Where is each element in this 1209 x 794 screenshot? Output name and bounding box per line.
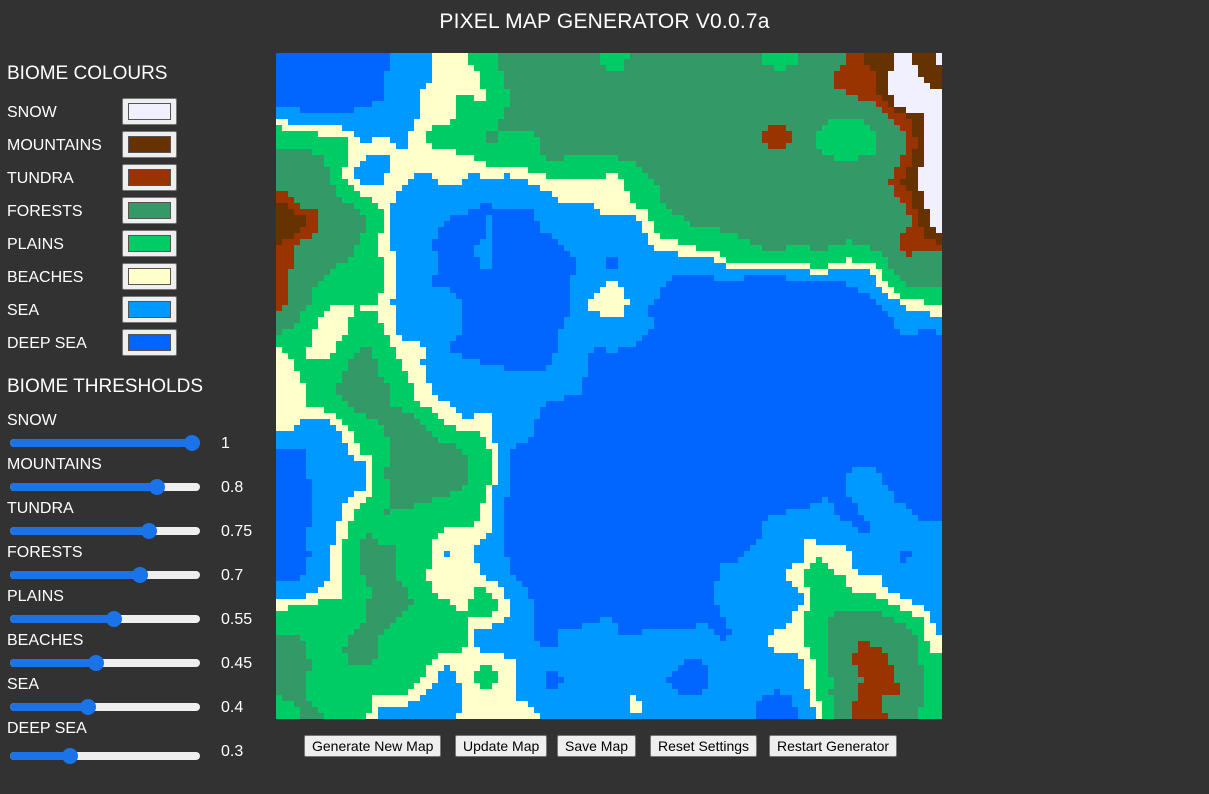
colour-picker-deep-sea[interactable] [122, 329, 177, 356]
colour-label-mountains: MOUNTAINS [7, 137, 102, 154]
threshold-slider-sea[interactable] [10, 699, 200, 715]
threshold-label-plains: PLAINS [7, 588, 64, 605]
threshold-label-deep-sea: DEEP SEA [7, 720, 87, 737]
restart-generator-button[interactable]: Restart Generator [769, 735, 898, 757]
slider-thumb[interactable] [62, 748, 79, 764]
slider-thumb[interactable] [79, 699, 96, 715]
colour-swatch-snow [128, 103, 171, 120]
save-map-button[interactable]: Save Map [557, 735, 637, 757]
colour-swatch-plains [128, 235, 171, 252]
threshold-label-beaches: BEACHES [7, 632, 84, 649]
generated-pixel-map [276, 53, 942, 719]
slider-thumb[interactable] [140, 523, 157, 539]
colour-label-sea: SEA [7, 302, 40, 319]
threshold-slider-beaches[interactable] [10, 655, 200, 671]
threshold-row-mountains: MOUNTAINS 0.8 [7, 456, 267, 500]
threshold-row-tundra: TUNDRA 0.75 [7, 500, 267, 544]
slider-thumb[interactable] [131, 567, 148, 583]
threshold-label-mountains: MOUNTAINS [7, 456, 102, 473]
threshold-slider-plains[interactable] [10, 611, 200, 627]
threshold-slider-mountains[interactable] [10, 479, 200, 495]
threshold-value-tundra: 0.75 [221, 523, 253, 540]
slider-thumb[interactable] [88, 655, 105, 671]
threshold-row-forests: FORESTS 0.7 [7, 544, 267, 588]
colour-picker-sea[interactable] [122, 296, 177, 323]
colour-label-forests: FORESTS [7, 203, 83, 220]
threshold-slider-snow[interactable] [10, 435, 200, 451]
threshold-value-sea: 0.4 [221, 699, 244, 716]
page-title: PIXEL MAP GENERATOR V0.0.7a [439, 10, 770, 33]
threshold-row-beaches: BEACHES 0.45 [7, 632, 267, 676]
colour-picker-beaches[interactable] [122, 263, 177, 290]
slider-thumb[interactable] [149, 479, 166, 495]
threshold-value-deep-sea: 0.3 [221, 743, 244, 760]
colour-row-snow: SNOW [7, 96, 207, 126]
slider-thumb[interactable] [105, 611, 122, 627]
colour-row-plains: PLAINS [7, 228, 207, 258]
colour-label-beaches: BEACHES [7, 269, 84, 286]
threshold-value-mountains: 0.8 [221, 479, 244, 496]
update-map-button[interactable]: Update Map [455, 735, 548, 757]
generate-new-map-button[interactable]: Generate New Map [304, 735, 442, 757]
colour-picker-tundra[interactable] [122, 164, 177, 191]
colour-picker-plains[interactable] [122, 230, 177, 257]
threshold-label-forests: FORESTS [7, 544, 83, 561]
colour-swatch-tundra [128, 169, 171, 186]
colour-label-snow: SNOW [7, 104, 57, 121]
colour-swatch-sea [128, 301, 171, 318]
slider-thumb[interactable] [184, 435, 200, 451]
threshold-value-plains: 0.55 [221, 611, 253, 628]
colour-swatch-forests [128, 202, 171, 219]
threshold-row-snow: SNOW 1 [7, 412, 267, 456]
threshold-slider-tundra[interactable] [10, 523, 200, 539]
colour-row-beaches: BEACHES [7, 261, 207, 291]
colour-label-plains: PLAINS [7, 236, 64, 253]
colour-swatch-mountains [128, 136, 171, 153]
reset-settings-button[interactable]: Reset Settings [650, 735, 758, 757]
threshold-label-snow: SNOW [7, 412, 57, 429]
threshold-row-sea: SEA 0.4 [7, 676, 267, 720]
colour-label-tundra: TUNDRA [7, 170, 74, 187]
threshold-slider-forests[interactable] [10, 567, 200, 583]
threshold-value-forests: 0.7 [221, 567, 244, 584]
threshold-value-snow: 1 [221, 435, 230, 452]
colour-row-sea: SEA [7, 294, 207, 324]
colour-row-deep-sea: DEEP SEA [7, 327, 207, 357]
colour-label-deep-sea: DEEP SEA [7, 335, 87, 352]
threshold-row-plains: PLAINS 0.55 [7, 588, 267, 632]
threshold-value-beaches: 0.45 [221, 655, 253, 672]
colour-picker-mountains[interactable] [122, 131, 177, 158]
biome-thresholds-heading: BIOME THRESHOLDS [7, 376, 204, 397]
threshold-label-tundra: TUNDRA [7, 500, 74, 517]
threshold-slider-deep-sea[interactable] [10, 748, 200, 764]
colour-swatch-deep-sea [128, 334, 171, 351]
colour-picker-forests[interactable] [122, 197, 177, 224]
colour-row-forests: FORESTS [7, 195, 207, 225]
threshold-label-sea: SEA [7, 676, 40, 693]
colour-swatch-beaches [128, 268, 171, 285]
colour-picker-snow[interactable] [122, 98, 177, 125]
biome-colours-heading: BIOME COLOURS [7, 63, 168, 84]
threshold-row-deep-sea: DEEP SEA 0.3 [7, 720, 267, 764]
colour-row-mountains: MOUNTAINS [7, 129, 207, 159]
colour-row-tundra: TUNDRA [7, 162, 207, 192]
